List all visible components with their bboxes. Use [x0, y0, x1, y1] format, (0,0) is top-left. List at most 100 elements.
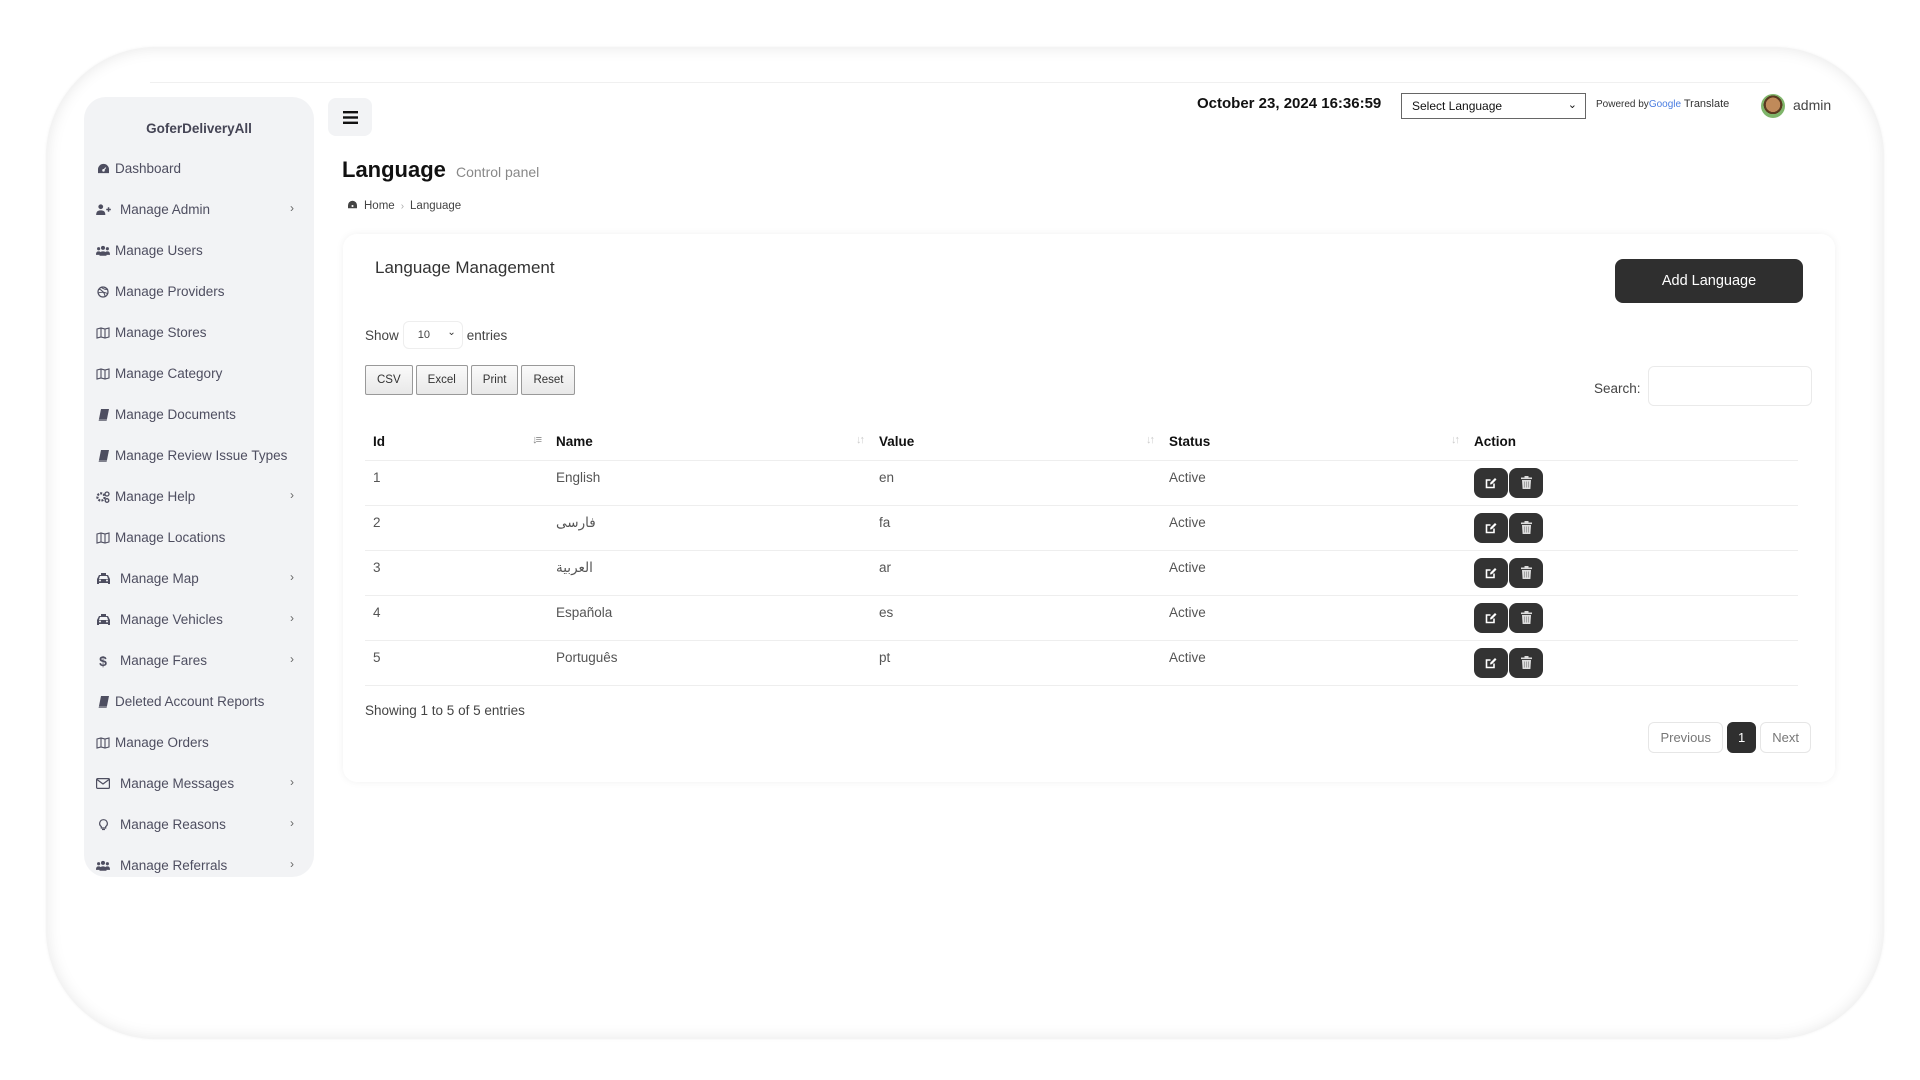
sidebar-item-manage-review-issue-types[interactable]: Manage Review Issue Types [84, 435, 314, 476]
column-header-name[interactable]: Name ↓↑ [548, 424, 871, 461]
sidebar: GoferDeliveryAll Dashboard Manage Admin … [84, 97, 314, 877]
sidebar-item-manage-referrals[interactable]: Manage Referrals › [84, 845, 314, 886]
delete-button[interactable] [1509, 512, 1543, 543]
cell-id: 2 [365, 505, 548, 551]
sidebar-item-label: Manage Map [120, 571, 199, 586]
user-name[interactable]: admin [1793, 97, 1831, 113]
previous-page-button[interactable]: Previous [1648, 722, 1724, 753]
menu-toggle-button[interactable] [328, 98, 372, 136]
excel-button[interactable]: Excel [415, 365, 468, 395]
cell-value: pt [871, 640, 1161, 686]
delete-button[interactable] [1509, 647, 1543, 678]
sidebar-item-label: Manage Admin [120, 202, 211, 217]
taxi-icon [94, 572, 112, 585]
sidebar-item-label: Manage Locations [115, 530, 226, 545]
cell-action [1466, 505, 1798, 551]
sidebar-item-label: Manage Review Issue Types [115, 448, 288, 463]
map-icon [94, 736, 112, 749]
sidebar-item-label: Manage Referrals [120, 858, 228, 873]
entries-per-page-select[interactable]: 10 ⌄ [402, 321, 463, 349]
sidebar-item-manage-reasons[interactable]: Manage Reasons › [84, 804, 314, 845]
cell-name: فارسی [548, 505, 871, 551]
table-info: Showing 1 to 5 of 5 entries [365, 703, 525, 718]
edit-button[interactable] [1474, 558, 1508, 588]
chevron-right-icon: › [290, 816, 294, 830]
column-header-status[interactable]: Status ↓↑ [1161, 424, 1466, 461]
table-row: 1 English en Active [365, 460, 1798, 506]
sidebar-item-manage-fares[interactable]: $ Manage Fares › [84, 640, 314, 681]
sidebar-item-manage-vehicles[interactable]: Manage Vehicles › [84, 599, 314, 640]
cell-value: ar [871, 550, 1161, 596]
sidebar-item-label: Manage Users [115, 243, 203, 258]
language-select[interactable]: Select Language ⌄ [1401, 93, 1586, 119]
sidebar-item-label: Manage Documents [115, 407, 236, 422]
map-icon [94, 531, 112, 544]
column-header-value[interactable]: Value ↓↑ [871, 424, 1161, 461]
edit-icon [1485, 658, 1497, 669]
sidebar-item-manage-category[interactable]: Manage Category [84, 353, 314, 394]
reset-button[interactable]: Reset [521, 365, 576, 395]
cell-name: العربية [548, 550, 871, 596]
header-divider [150, 82, 1770, 83]
sidebar-item-manage-map[interactable]: Manage Map › [84, 558, 314, 599]
sidebar-item-deleted-account-reports[interactable]: Deleted Account Reports [84, 681, 314, 722]
delete-button[interactable] [1509, 602, 1543, 633]
sidebar-item-dashboard[interactable]: Dashboard [84, 148, 314, 189]
sidebar-item-manage-stores[interactable]: Manage Stores [84, 312, 314, 353]
breadcrumb-home-link[interactable]: Home [364, 200, 395, 212]
cell-action [1466, 595, 1798, 641]
sidebar-item-label: Manage Orders [115, 735, 209, 750]
sidebar-item-manage-help[interactable]: Manage Help › [84, 476, 314, 517]
cell-status: Active [1161, 460, 1466, 506]
column-header-id[interactable]: Id ↓≡ [365, 424, 548, 461]
sidebar-item-manage-admin[interactable]: Manage Admin › [84, 189, 314, 230]
page-1-button[interactable]: 1 [1727, 722, 1757, 753]
avatar[interactable] [1761, 94, 1785, 118]
lightbulb-icon [94, 818, 112, 831]
csv-button[interactable]: CSV [365, 365, 413, 395]
add-language-button[interactable]: Add Language [1615, 259, 1803, 303]
sidebar-item-manage-orders[interactable]: Manage Orders [84, 722, 314, 763]
book-icon [94, 695, 112, 708]
dollar-icon: $ [99, 652, 107, 669]
cell-value: fa [871, 505, 1161, 551]
chevron-down-icon: ⌄ [447, 327, 456, 338]
trash-icon [1520, 476, 1532, 489]
edit-button[interactable] [1474, 513, 1508, 543]
google-logo[interactable]: Google [1649, 99, 1681, 110]
search-input[interactable] [1648, 366, 1812, 406]
delete-button[interactable] [1509, 557, 1543, 588]
chevron-right-icon: › [290, 570, 294, 584]
table-header-row: Id ↓≡ Name ↓↑ Value ↓↑ Status ↓↑ Action [365, 424, 1798, 461]
sidebar-item-manage-providers[interactable]: Manage Providers [84, 271, 314, 312]
search-label: Search: [1594, 381, 1641, 396]
brand-logo[interactable]: GoferDeliveryAll [84, 97, 314, 148]
edit-button[interactable] [1474, 468, 1508, 498]
delete-button[interactable] [1509, 467, 1543, 498]
edit-button[interactable] [1474, 648, 1508, 678]
edit-button[interactable] [1474, 603, 1508, 633]
language-management-card: Language Management Add Language Show 10… [343, 234, 1835, 782]
map-icon [94, 326, 112, 339]
print-button[interactable]: Print [470, 365, 519, 395]
sidebar-item-manage-locations[interactable]: Manage Locations [84, 517, 314, 558]
sidebar-item-label: Manage Help [115, 489, 196, 504]
sidebar-item-manage-messages[interactable]: Manage Messages › [84, 763, 314, 804]
google-translate-attribution: Powered byGoogle Translate [1596, 98, 1730, 110]
cell-value: en [871, 460, 1161, 506]
cell-status: Active [1161, 640, 1466, 686]
sidebar-item-manage-documents[interactable]: Manage Documents [84, 394, 314, 435]
sort-asc-icon: ↓≡ [532, 434, 542, 446]
cell-status: Active [1161, 505, 1466, 551]
trash-icon [1520, 611, 1532, 624]
sidebar-item-manage-users[interactable]: Manage Users [84, 230, 314, 271]
envelope-icon [94, 778, 112, 789]
sidebar-item-label: Dashboard [115, 161, 182, 176]
cell-id: 5 [365, 640, 548, 686]
dribbble-icon [94, 285, 112, 298]
trash-icon [1520, 566, 1532, 579]
sidebar-item-label: Manage Vehicles [120, 612, 223, 627]
sort-icon: ↓↑ [1451, 434, 1460, 446]
user-plus-icon [94, 204, 112, 215]
next-page-button[interactable]: Next [1760, 722, 1811, 753]
